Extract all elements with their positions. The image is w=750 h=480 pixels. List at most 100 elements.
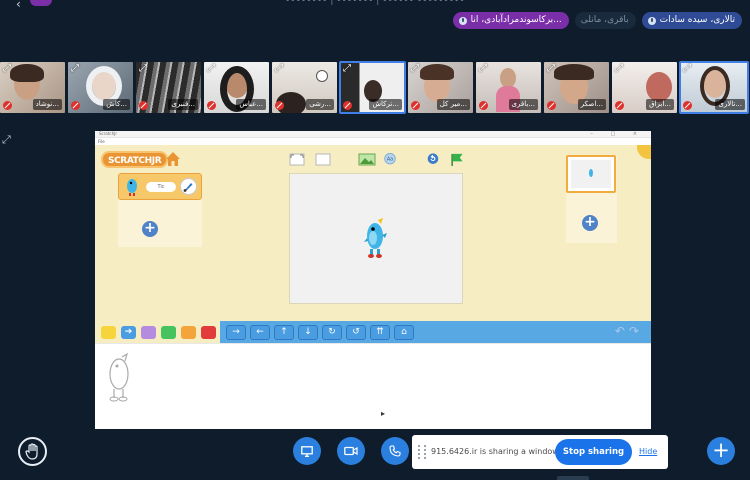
participant-tile[interactable]: ⤢ میر کل... xyxy=(408,62,473,113)
add-button[interactable]: + xyxy=(707,437,735,465)
sprite-outline xyxy=(109,352,129,402)
muted-mic-icon xyxy=(479,101,488,110)
expand-icon[interactable]: ⤢ xyxy=(411,64,419,74)
hop-block[interactable]: ⇈ xyxy=(370,325,390,340)
add-sprite-button[interactable]: + xyxy=(142,221,158,237)
screen-share-banner: 915.6426.ir is sharing a window. Stop sh… xyxy=(412,435,668,469)
drag-handle-icon[interactable] xyxy=(418,445,426,459)
window-controls[interactable]: – □ × xyxy=(590,131,645,138)
phone-button[interactable] xyxy=(381,437,409,465)
muted-mic-icon xyxy=(207,101,216,110)
motion-category-icon[interactable]: ➔ xyxy=(121,326,136,339)
page-thumbnail[interactable] xyxy=(566,155,616,193)
expand-icon[interactable]: ⤢ xyxy=(683,64,691,74)
share-screen-button[interactable] xyxy=(293,437,321,465)
participant-tile[interactable]: ⤢ باقری... xyxy=(476,62,541,113)
pages-panel: + xyxy=(566,155,617,243)
participant-tile[interactable]: ⤢ اصکر... xyxy=(544,62,609,113)
participant-tile[interactable]: ⤢ تالاری... xyxy=(679,61,749,114)
expand-icon[interactable]: ⤢ xyxy=(275,64,283,74)
svg-text:Aa: Aa xyxy=(387,157,393,163)
turn-right-block[interactable]: ↻ xyxy=(322,325,342,340)
move-down-block[interactable]: ↓ xyxy=(298,325,318,340)
triggering-category-icon[interactable] xyxy=(101,326,116,339)
window-titlebar: ScratchJr – □ × xyxy=(95,131,651,138)
move-right-block[interactable]: → xyxy=(226,325,246,340)
participant-hair xyxy=(10,64,44,82)
participant-name: باقری... xyxy=(508,99,538,110)
move-left-block[interactable]: ← xyxy=(250,325,270,340)
participant-hair xyxy=(554,64,594,80)
active-speakers: برکاسوندمرادآبادی، انا... باقری، مانلی ت… xyxy=(452,12,742,29)
expand-icon[interactable]: ⤢ xyxy=(71,64,79,74)
go-home-block[interactable]: ⌂ xyxy=(394,325,414,340)
participant-name: تالاری... xyxy=(715,99,745,110)
script-area[interactable] xyxy=(95,343,651,429)
muted-mic-icon xyxy=(411,101,420,110)
participant-name: کاش... xyxy=(103,99,130,110)
reset-icon[interactable] xyxy=(425,153,441,166)
participant-hair xyxy=(646,72,672,102)
background-icon[interactable] xyxy=(358,153,376,166)
speaker-name: تالاری، سیده سادات xyxy=(659,15,735,25)
participant-name: نوشاد... xyxy=(32,99,62,110)
brush-icon xyxy=(183,183,193,192)
speaker-pill: برکاسوندمرادآبادی، انا... xyxy=(452,12,569,29)
scratchjr-editor: SCRATCHJR Tic + Aa + ➔ → ← ↑ ↓ ↻ ↺ ⇈ ⌂ ↶… xyxy=(95,145,651,429)
expand-icon[interactable]: ⤢ xyxy=(343,64,351,74)
undo-redo-icons[interactable]: ↶↷ xyxy=(615,324,643,338)
stage[interactable] xyxy=(289,173,463,304)
character-sprite[interactable] xyxy=(363,218,389,260)
participant-tile[interactable]: ⤢ کاش... xyxy=(68,62,133,113)
participant-tile[interactable]: ⤢ ترکاش... xyxy=(339,61,406,114)
participant-tile[interactable]: ⤢ ابراق... xyxy=(612,62,677,113)
muted-mic-icon xyxy=(275,101,284,110)
wall-clock xyxy=(316,70,328,82)
participant-tile[interactable]: ⤢ نوشاد... xyxy=(0,62,65,113)
end-category-icon[interactable] xyxy=(201,326,216,339)
participant-tile[interactable]: ⤢ عباس... xyxy=(204,62,269,113)
expand-icon[interactable]: ⤢ xyxy=(615,64,623,74)
expand-icon[interactable]: ⤢ xyxy=(547,64,555,74)
sprites-panel: Tic xyxy=(118,173,202,247)
expand-icon[interactable]: ⤢ xyxy=(479,64,487,74)
speaker-name: باقری، مانلی xyxy=(580,15,629,25)
page-corner-tab[interactable] xyxy=(637,145,651,159)
expand-icon[interactable]: ⤢ xyxy=(139,64,147,74)
hide-link[interactable]: Hide xyxy=(639,447,657,456)
add-page-button[interactable]: + xyxy=(582,215,598,231)
sound-category-icon[interactable] xyxy=(161,326,176,339)
participant-tile[interactable]: ⤢ رشی... xyxy=(272,62,337,113)
meeting-status: •••••••• | ••••••• | •••••• ••••••••• xyxy=(285,0,465,6)
stop-sharing-button[interactable]: Stop sharing xyxy=(555,439,632,465)
hand-icon xyxy=(25,443,38,460)
window-menu[interactable]: File xyxy=(97,138,649,145)
speaker-name: برکاسوندمرادآبادی، انا... xyxy=(470,15,562,25)
home-icon[interactable] xyxy=(165,151,181,167)
participant-name: عباس... xyxy=(236,99,266,110)
avatar[interactable] xyxy=(30,0,52,6)
expand-icon[interactable]: ⤢ xyxy=(207,64,215,74)
sprite-card[interactable]: Tic xyxy=(118,173,202,200)
window-title: ScratchJr xyxy=(99,131,117,136)
fullscreen-stage-icon[interactable] xyxy=(289,153,305,166)
back-caret-icon[interactable]: ‹ xyxy=(16,0,21,11)
move-up-block[interactable]: ↑ xyxy=(274,325,294,340)
participant-name: قنبری... xyxy=(168,99,198,110)
green-flag-icon[interactable] xyxy=(449,153,465,166)
grid-toggle-icon[interactable] xyxy=(315,153,331,166)
text-tool-icon[interactable]: Aa xyxy=(382,153,398,166)
speaker-pill: تالاری، سیده سادات xyxy=(641,12,742,29)
expand-icon[interactable]: ⤢ xyxy=(3,64,11,74)
paint-editor-icon[interactable] xyxy=(180,178,197,195)
sprite-name-field[interactable]: Tic xyxy=(146,182,176,192)
participant-name: میر کل... xyxy=(436,99,470,110)
raise-hand-button[interactable] xyxy=(18,437,47,466)
participant-tile[interactable]: ⤢ قنبری... xyxy=(136,62,201,113)
control-category-icon[interactable] xyxy=(181,326,196,339)
turn-left-block[interactable]: ↺ xyxy=(346,325,366,340)
participant-name: اصکر... xyxy=(577,99,606,110)
looks-category-icon[interactable] xyxy=(141,326,156,339)
fullscreen-icon[interactable]: ⤢ xyxy=(2,133,11,147)
camera-button[interactable] xyxy=(337,437,365,465)
